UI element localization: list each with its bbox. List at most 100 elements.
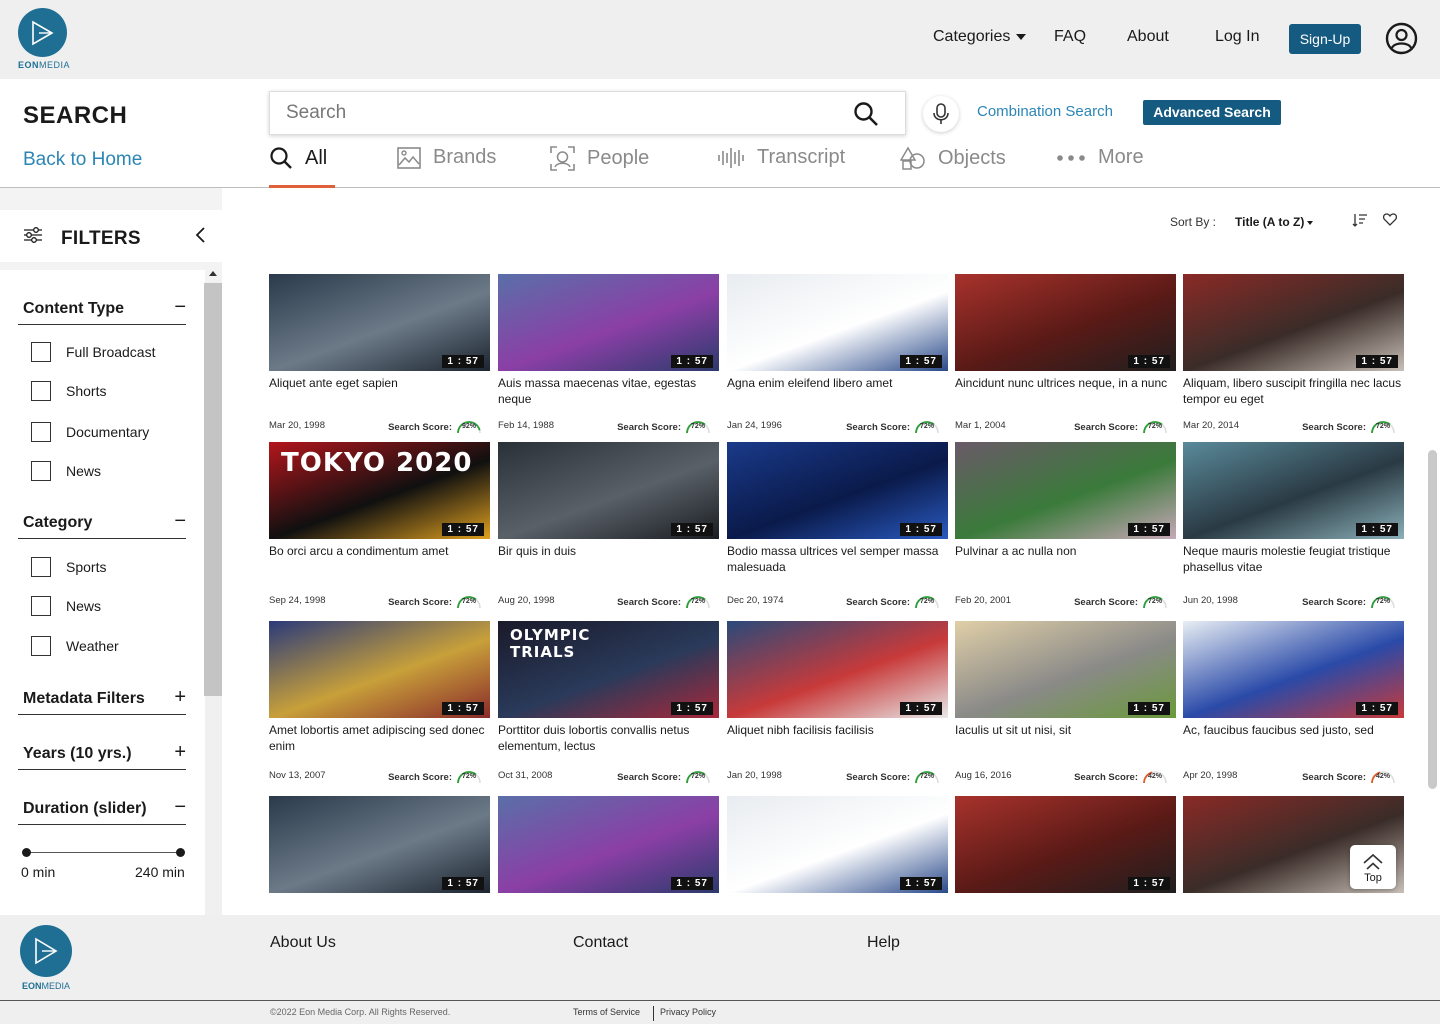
terms-of-service-link[interactable]: Terms of Service bbox=[573, 1007, 640, 1017]
checkbox-weather[interactable]: Weather bbox=[31, 636, 119, 656]
tab-objects[interactable]: Objects bbox=[900, 146, 1006, 170]
video-card[interactable]: TOKYO 2020 1 : 57 Bo orci arcu a condiment… bbox=[269, 442, 490, 609]
user-account-icon[interactable] bbox=[1385, 22, 1418, 60]
video-thumbnail[interactable]: 1 : 57 bbox=[498, 442, 719, 539]
search-icon[interactable] bbox=[853, 101, 879, 132]
checkbox-documentary[interactable]: Documentary bbox=[31, 422, 149, 442]
video-thumbnail[interactable]: 1 : 57 bbox=[1183, 274, 1404, 371]
slider-min-handle[interactable] bbox=[22, 848, 31, 857]
video-card[interactable]: 1 : 57 Aliquam, libero suscipit fringilla… bbox=[1183, 274, 1404, 434]
collapse-minus-icon[interactable]: − bbox=[174, 296, 186, 319]
tab-brands[interactable]: Brands bbox=[397, 146, 496, 169]
checkbox[interactable] bbox=[31, 342, 51, 362]
video-card[interactable]: OLYMPIC TRIALS 1 : 57 Porttitor duis lobor… bbox=[498, 621, 719, 784]
video-card[interactable]: 1 : 57 Auis massa maecenas vitae, egestas… bbox=[498, 274, 719, 434]
video-card[interactable]: 1 : 57 Bir quis in duis Aug 20, 1998 Search… bbox=[498, 442, 719, 609]
checkbox[interactable] bbox=[31, 596, 51, 616]
video-card[interactable]: 1 : 57 bbox=[269, 796, 490, 893]
video-thumbnail[interactable]: 1 : 57 bbox=[498, 796, 719, 893]
video-thumbnail[interactable]: 1 : 57 bbox=[269, 621, 490, 718]
sort-order-icon[interactable] bbox=[1352, 213, 1368, 232]
video-title[interactable]: Auis massa maecenas vitae, egestas neque bbox=[498, 375, 719, 409]
voice-search-button[interactable] bbox=[923, 96, 959, 132]
nav-about[interactable]: About bbox=[1127, 28, 1169, 46]
video-card[interactable]: 1 : 57 Aincidunt nunc ultrices neque, in … bbox=[955, 274, 1176, 434]
checkbox[interactable] bbox=[31, 636, 51, 656]
video-title[interactable]: Aincidunt nunc ultrices neque, in a nunc bbox=[955, 375, 1176, 409]
video-card[interactable]: 1 : 57 Agna enim eleifend libero amet Jan … bbox=[727, 274, 948, 434]
video-thumbnail[interactable]: 1 : 57 bbox=[1183, 621, 1404, 718]
video-title[interactable]: Ac, faucibus faucibus sed justo, sed bbox=[1183, 722, 1404, 756]
video-title[interactable]: Agna enim eleifend libero amet bbox=[727, 375, 948, 409]
video-thumbnail[interactable]: 1 : 57 bbox=[269, 796, 490, 893]
privacy-policy-link[interactable]: Privacy Policy bbox=[660, 1007, 716, 1017]
video-title[interactable]: Aliquet nibh facilisis facilisis bbox=[727, 722, 948, 756]
advanced-search-button[interactable]: Advanced Search bbox=[1143, 100, 1281, 125]
page-scrollbar[interactable] bbox=[1428, 450, 1437, 789]
nav-faq[interactable]: FAQ bbox=[1054, 28, 1086, 46]
search-input[interactable] bbox=[270, 92, 830, 134]
video-thumbnail[interactable]: 1 : 57 bbox=[955, 796, 1176, 893]
filter-duration[interactable]: Duration (slider) − bbox=[18, 796, 186, 825]
signup-button[interactable]: Sign-Up bbox=[1289, 24, 1361, 54]
duration-slider[interactable] bbox=[22, 848, 185, 857]
video-title[interactable]: Aliquet ante eget sapien bbox=[269, 375, 490, 409]
favorite-heart-icon[interactable] bbox=[1382, 213, 1398, 231]
back-to-top-button[interactable]: Top bbox=[1350, 845, 1396, 889]
collapse-filters-icon[interactable] bbox=[194, 226, 206, 249]
sort-dropdown[interactable]: Title (A to Z) bbox=[1235, 215, 1314, 229]
video-thumbnail[interactable]: 1 : 57 bbox=[727, 796, 948, 893]
filter-metadata[interactable]: Metadata Filters + bbox=[18, 686, 186, 715]
checkbox-category-news[interactable]: News bbox=[31, 596, 101, 616]
video-thumbnail[interactable]: 1 : 57 bbox=[955, 274, 1176, 371]
checkbox-sports[interactable]: Sports bbox=[31, 557, 106, 577]
collapse-minus-icon[interactable]: − bbox=[174, 510, 186, 533]
video-thumbnail[interactable]: 1 : 57 bbox=[727, 274, 948, 371]
video-thumbnail[interactable]: 1 : 57 bbox=[727, 621, 948, 718]
video-title[interactable]: Neque mauris molestie feugiat tristique … bbox=[1183, 543, 1404, 577]
video-thumbnail[interactable]: 1 : 57 bbox=[269, 274, 490, 371]
tab-more[interactable]: More bbox=[1056, 146, 1144, 169]
video-thumbnail[interactable]: OLYMPIC TRIALS 1 : 57 bbox=[498, 621, 719, 718]
nav-login[interactable]: Log In bbox=[1215, 28, 1259, 46]
video-card[interactable]: 1 : 57 Bodio massa ultrices vel semper ma… bbox=[727, 442, 948, 609]
nav-categories[interactable]: Categories bbox=[933, 28, 1027, 46]
video-card[interactable]: 1 : 57 Amet lobortis amet adipiscing sed … bbox=[269, 621, 490, 784]
filter-years[interactable]: Years (10 yrs.) + bbox=[18, 741, 186, 770]
video-thumbnail[interactable]: 1 : 57 bbox=[1183, 442, 1404, 539]
footer-help-link[interactable]: Help bbox=[867, 934, 900, 952]
video-title[interactable]: Bir quis in duis bbox=[498, 543, 719, 577]
video-title[interactable]: Amet lobortis amet adipiscing sed donec … bbox=[269, 722, 490, 756]
footer-logo[interactable]: EONMEDIA bbox=[20, 925, 72, 991]
video-title[interactable]: Iaculis ut sit ut nisi, sit bbox=[955, 722, 1176, 756]
video-title[interactable]: Porttitor duis lobortis convallis netus … bbox=[498, 722, 719, 756]
video-card[interactable]: 1 : 57 Neque mauris molestie feugiat tris… bbox=[1183, 442, 1404, 609]
checkbox[interactable] bbox=[31, 557, 51, 577]
video-thumbnail[interactable]: 1 : 57 bbox=[498, 274, 719, 371]
video-card[interactable]: 1 : 57 Iaculis ut sit ut nisi, sit Aug 16,… bbox=[955, 621, 1176, 784]
expand-plus-icon[interactable]: + bbox=[174, 686, 186, 709]
collapse-minus-icon[interactable]: − bbox=[174, 796, 186, 819]
video-title[interactable]: Bodio massa ultrices vel semper massa ma… bbox=[727, 543, 948, 577]
combination-search-link[interactable]: Combination Search bbox=[977, 103, 1113, 120]
video-title[interactable]: Bo orci arcu a condimentum amet bbox=[269, 543, 490, 577]
video-title[interactable]: Pulvinar a ac nulla non bbox=[955, 543, 1176, 577]
checkbox-full-broadcast[interactable]: Full Broadcast bbox=[31, 342, 155, 362]
video-thumbnail[interactable]: 1 : 57 bbox=[955, 621, 1176, 718]
checkbox-news[interactable]: News bbox=[31, 461, 101, 481]
checkbox[interactable] bbox=[31, 422, 51, 442]
footer-contact-link[interactable]: Contact bbox=[573, 934, 628, 952]
filters-scrollbar-thumb[interactable] bbox=[204, 283, 222, 696]
checkbox[interactable] bbox=[31, 461, 51, 481]
tab-people[interactable]: People bbox=[550, 146, 649, 171]
footer-about-link[interactable]: About Us bbox=[270, 934, 336, 952]
checkbox[interactable] bbox=[31, 381, 51, 401]
video-card[interactable]: 1 : 57 Aliquet nibh facilisis facilisis Ja… bbox=[727, 621, 948, 784]
video-thumbnail[interactable]: 1 : 57 bbox=[727, 442, 948, 539]
expand-plus-icon[interactable]: + bbox=[174, 741, 186, 764]
video-card[interactable]: 1 : 57 Aliquet ante eget sapien Mar 20, 19… bbox=[269, 274, 490, 434]
video-thumbnail[interactable]: 1 : 57 bbox=[955, 442, 1176, 539]
tab-transcript[interactable]: Transcript bbox=[717, 146, 845, 169]
video-card[interactable]: 1 : 57 bbox=[498, 796, 719, 893]
filter-content-type[interactable]: Content Type − bbox=[18, 296, 186, 325]
